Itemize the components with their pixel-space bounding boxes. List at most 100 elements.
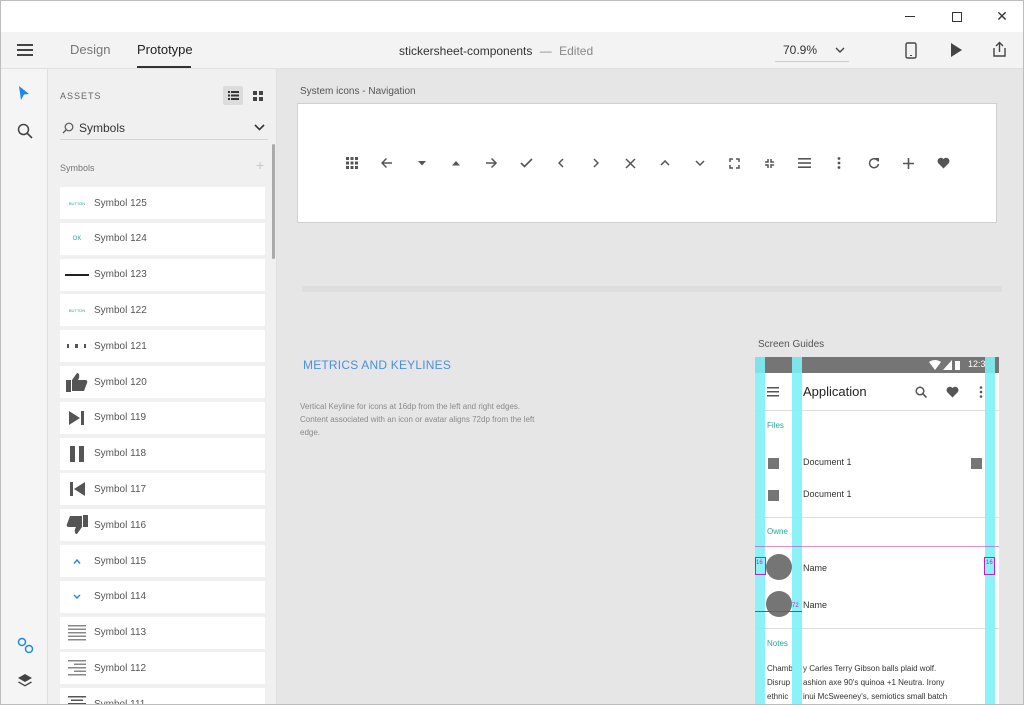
measure-line [755, 611, 802, 612]
symbols-panel-button[interactable] [17, 637, 34, 659]
pause-icon [60, 445, 94, 463]
symbol-thumbnail: OK [60, 236, 94, 242]
minimize-button[interactable] [887, 1, 933, 32]
nav-artboard-title: System icons - Navigation [300, 86, 416, 97]
symbol-list-item[interactable]: Symbol 114 [60, 580, 265, 613]
share-button[interactable] [991, 41, 1008, 63]
symbol-thumbnail: BUTTON [60, 308, 94, 313]
screen-guides-artboard[interactable]: 12:3 Application Files Document 1 Docume… [755, 357, 999, 704]
wifi-icon [929, 360, 941, 370]
doc-label: Document 1 [803, 489, 852, 499]
doc-trailing-icon [971, 458, 982, 469]
tab-prototype[interactable]: Prototype [137, 42, 193, 57]
keyline-guide-left [755, 357, 765, 704]
symbol-list-item[interactable]: Symbol 115 [60, 545, 265, 577]
symbol-name: Symbol 119 [94, 412, 147, 424]
document-title: stickersheet-components — Edited [399, 44, 593, 58]
symbol-list-item[interactable]: Symbol 117 [60, 473, 265, 506]
owners-subheader: Owne [767, 527, 788, 536]
grid-view-button[interactable] [248, 86, 267, 105]
symbol-list-item[interactable]: OK Symbol 124 [60, 222, 265, 255]
tab-design[interactable]: Design [70, 42, 110, 57]
zoom-value: 70.9% [783, 42, 818, 57]
assets-header: ASSETS [60, 91, 102, 101]
fullscreen-icon [724, 152, 746, 174]
symbols-icon [17, 637, 34, 654]
pointer-icon [19, 86, 29, 100]
symbol-list-item[interactable]: BUTTON Symbol 125 [60, 187, 265, 219]
symbol-list-item[interactable]: Symbol 121 [60, 330, 265, 363]
symbol-thumbnail [60, 343, 94, 349]
add-symbol-button[interactable]: + [256, 157, 264, 173]
notes-line: Disrup [767, 678, 791, 687]
close-icon [619, 152, 641, 174]
notes-line: inui McSweeney's, semiotics small batch [803, 692, 948, 701]
align-justify-icon [60, 624, 94, 641]
doc-icon [768, 458, 779, 469]
zoom-select[interactable]: 70.9% [775, 38, 849, 62]
refresh-icon [863, 152, 885, 174]
symbol-name: Symbol 112 [94, 662, 147, 674]
symbol-name: Symbol 122 [94, 304, 147, 316]
name-label: Name [803, 563, 828, 573]
align-right-icon [60, 660, 94, 676]
chevron-left-icon [550, 152, 572, 174]
minimize-icon [905, 16, 915, 17]
symbol-name: Symbol 124 [94, 233, 147, 245]
symbol-list-item[interactable]: Symbol 111 [60, 688, 265, 705]
signal-icon [943, 360, 952, 370]
expand-more-icon [689, 152, 711, 174]
measure-label-16: 16 [756, 560, 763, 566]
favorite-icon [933, 152, 955, 174]
symbol-name: Symbol 113 [94, 627, 147, 639]
close-icon: ✕ [996, 8, 1008, 24]
notes-line: ethnic [767, 692, 789, 701]
align-center-icon [60, 696, 94, 704]
thumbs-down-icon [60, 515, 94, 535]
avatar [766, 554, 792, 580]
document-status: Edited [559, 44, 594, 58]
symbol-list-item[interactable]: BUTTON Symbol 122 [60, 294, 265, 327]
symbol-list-item[interactable]: Symbol 116 [60, 509, 265, 542]
device-preview-button[interactable] [904, 42, 918, 64]
mobile-device-icon [905, 42, 917, 59]
symbol-name: Symbol 111 [94, 698, 146, 705]
symbol-list-item[interactable]: Symbol 123 [60, 258, 265, 291]
hamburger-menu-button[interactable] [17, 43, 33, 57]
close-window-button[interactable]: ✕ [979, 1, 1023, 32]
search-icon [17, 123, 33, 139]
symbol-list-item[interactable]: Symbol 120 [60, 366, 265, 398]
panel-scrollbar[interactable] [272, 144, 275, 259]
divider-bar [302, 286, 1002, 292]
symbol-name: Symbol 118 [94, 448, 147, 460]
keyline-guide-right [985, 357, 995, 704]
select-tool-button[interactable] [18, 85, 30, 106]
list-view-icon [227, 91, 239, 100]
asset-filter-value: Symbols [79, 120, 126, 135]
symbol-name: Symbol 120 [94, 376, 147, 388]
keyline-guide-72 [792, 357, 802, 704]
symbol-list-item[interactable]: Symbol 119 [60, 401, 265, 434]
search-tool-button[interactable] [17, 123, 33, 144]
app-bar: Design Prototype stickersheet-components… [1, 32, 1023, 69]
skip-next-icon [60, 410, 94, 426]
nav-icons-artboard[interactable] [297, 103, 997, 223]
measure-label-72: 72 [792, 603, 799, 609]
symbol-list-item[interactable]: Symbol 113 [60, 616, 265, 649]
avatar [766, 591, 792, 617]
maximize-button[interactable] [934, 1, 980, 32]
list-view-button[interactable] [223, 86, 243, 105]
files-subheader: Files [767, 421, 784, 430]
symbol-name: Symbol 114 [94, 591, 147, 603]
symbol-list-item[interactable]: Symbol 118 [60, 437, 265, 470]
tool-rail [1, 69, 48, 704]
thumbnail-text: BUTTON [68, 200, 86, 206]
measure-label-16: 16 [986, 560, 993, 566]
menu-icon [767, 387, 779, 397]
symbol-list-item[interactable]: Symbol 112 [60, 652, 265, 685]
asset-filter-select[interactable]: Symbols [60, 116, 268, 140]
layers-panel-button[interactable] [17, 673, 33, 694]
arrow-forward-icon [480, 152, 502, 174]
thumbs-up-icon [60, 372, 94, 392]
play-button[interactable] [949, 42, 963, 63]
